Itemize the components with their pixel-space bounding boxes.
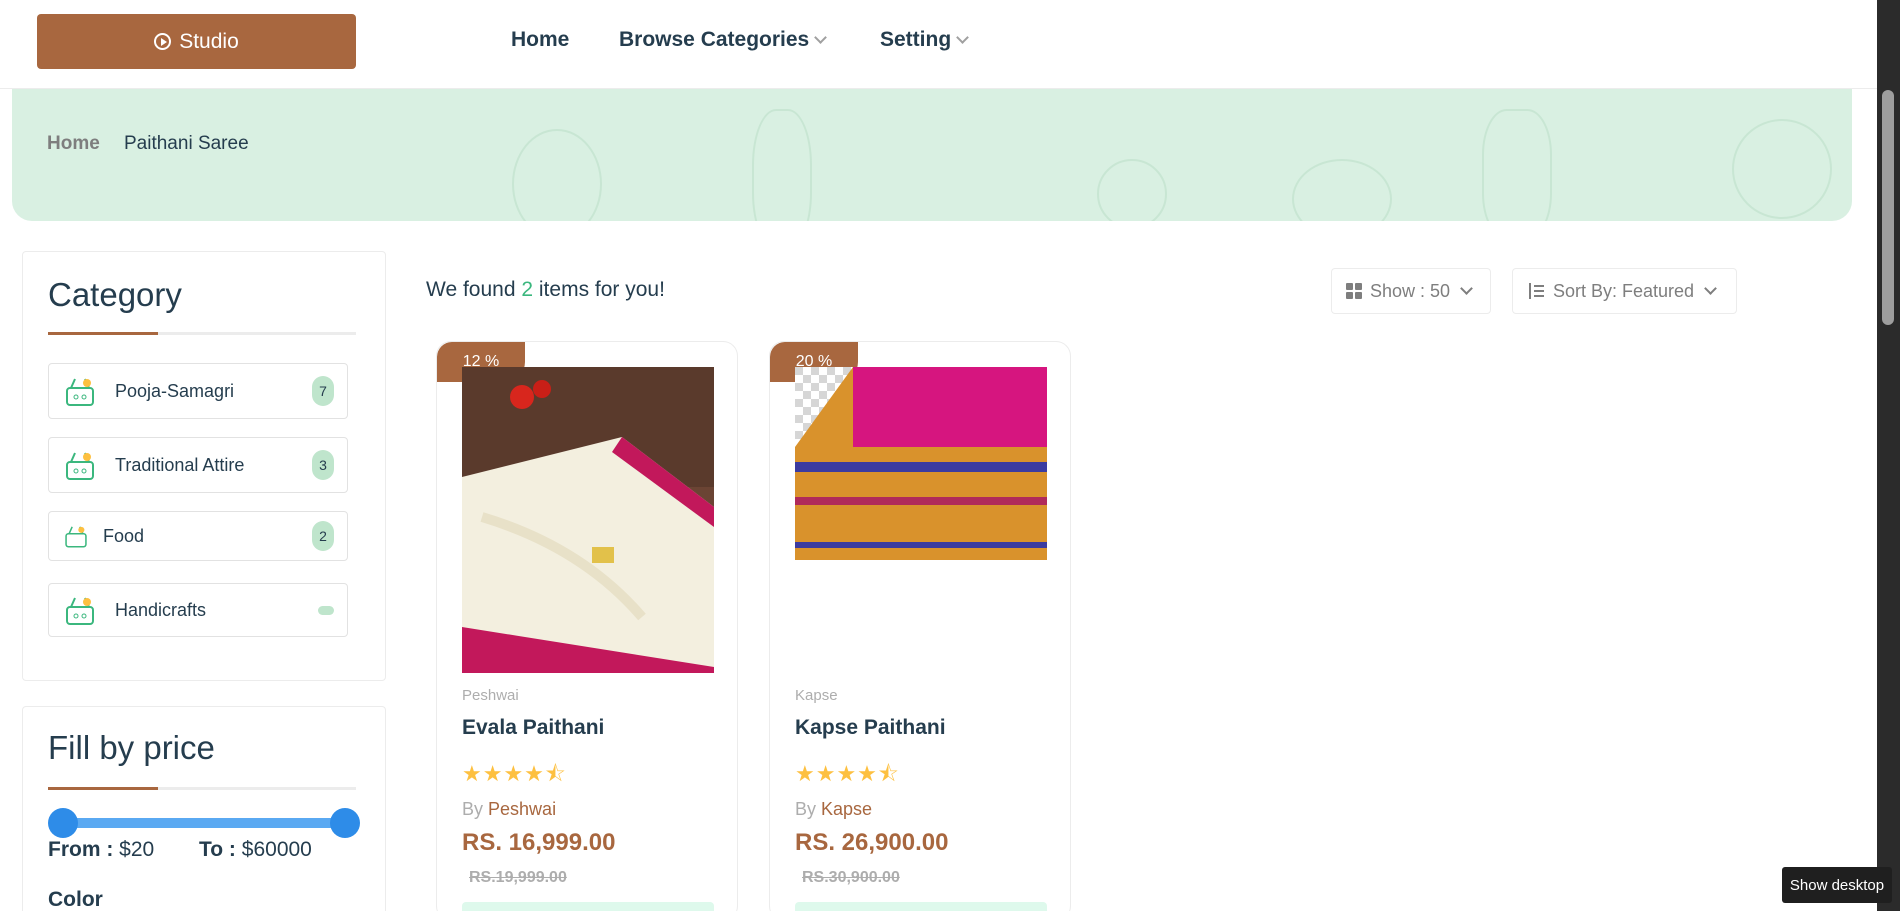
nav-browse-categories-label: Browse Categories bbox=[619, 28, 810, 51]
product-card[interactable]: 20 % Kapse Kapse Paithani ★★★★⯪ By Kapse… bbox=[769, 341, 1071, 911]
price-slider-max-handle[interactable] bbox=[330, 808, 360, 838]
rating-stars: ★★★★⯪ bbox=[462, 761, 567, 786]
results-count-text: We found 2 items for you! bbox=[426, 278, 665, 302]
nav-setting-label: Setting bbox=[880, 28, 952, 51]
product-card[interactable]: 12 % Peshwai Evala Paithani ★★★★⯪ By Pes… bbox=[436, 341, 738, 911]
category-card: Category Pooja-Samagri 7 Traditional Att… bbox=[22, 251, 386, 681]
vendor-link[interactable]: Peshwai bbox=[488, 799, 556, 819]
product-price: RS. 26,900.00 bbox=[795, 829, 949, 856]
chevron-down-icon bbox=[1704, 282, 1717, 295]
by-label: By bbox=[462, 799, 484, 819]
fruit-decoration-icon bbox=[1292, 159, 1392, 221]
logo-label: Studio bbox=[179, 29, 239, 53]
sort-icon bbox=[1527, 283, 1545, 299]
price-from: From : $20 bbox=[48, 838, 154, 862]
nav-browse-categories[interactable]: Browse Categories bbox=[619, 28, 828, 52]
leaf-decoration-icon bbox=[1732, 119, 1832, 219]
chevron-down-icon bbox=[1460, 282, 1473, 295]
category-count-badge: 7 bbox=[312, 376, 334, 406]
show-per-page-dropdown[interactable]: Show : 50 bbox=[1331, 268, 1491, 314]
product-image-kapse-paithani[interactable] bbox=[795, 367, 1047, 560]
category-count-badge: 2 bbox=[312, 521, 334, 551]
by-label: By bbox=[795, 799, 817, 819]
breadcrumb-current: Paithani Saree bbox=[124, 133, 249, 154]
sort-by-dropdown[interactable]: Sort By: Featured bbox=[1512, 268, 1737, 314]
add-to-cart-button[interactable] bbox=[795, 902, 1047, 911]
rating-stars: ★★★★⯪ bbox=[795, 761, 900, 786]
play-icon bbox=[154, 33, 172, 50]
product-brand: Peshwai bbox=[462, 687, 519, 704]
product-image-evala-paithani[interactable] bbox=[462, 367, 714, 673]
category-count-badge bbox=[318, 606, 334, 615]
nav-home-label: Home bbox=[511, 28, 570, 51]
price-to: To : $60000 bbox=[199, 838, 312, 862]
top-header: Studio Home Browse Categories Setting bbox=[0, 0, 1877, 89]
category-item-traditional-attire[interactable]: Traditional Attire 3 bbox=[48, 437, 348, 493]
found-suffix: items for you! bbox=[538, 278, 665, 301]
strawberry-decoration-icon bbox=[1097, 159, 1167, 221]
price-from-value: $20 bbox=[119, 838, 155, 861]
price-slider-min-handle[interactable] bbox=[48, 808, 78, 838]
price-slider-track[interactable] bbox=[49, 818, 349, 828]
category-item-pooja-samagri[interactable]: Pooja-Samagri 7 bbox=[48, 363, 348, 419]
chevron-down-icon bbox=[956, 30, 970, 44]
category-label: Pooja-Samagri bbox=[115, 380, 235, 401]
sort-label: Sort By: Featured bbox=[1553, 280, 1695, 301]
plant-decoration-icon bbox=[752, 109, 812, 221]
price-to-label: To : bbox=[199, 838, 236, 861]
basket-icon bbox=[63, 523, 89, 549]
leaf-decoration-icon bbox=[512, 129, 602, 221]
price-from-label: From : bbox=[48, 838, 114, 861]
found-count: 2 bbox=[521, 278, 534, 301]
product-old-price: RS.19,999.00 bbox=[469, 869, 567, 886]
basket-icon bbox=[63, 593, 97, 627]
category-item-handicrafts[interactable]: Handicrafts bbox=[48, 583, 348, 637]
title-divider bbox=[48, 787, 356, 790]
category-title: Category bbox=[48, 276, 182, 313]
show-desktop-tooltip: Show desktop bbox=[1782, 867, 1892, 903]
nav-setting[interactable]: Setting bbox=[880, 28, 970, 52]
found-prefix: We found bbox=[426, 278, 516, 301]
price-filter-card: Fill by price bbox=[22, 706, 386, 911]
add-to-cart-button[interactable] bbox=[462, 902, 714, 911]
title-divider bbox=[48, 332, 356, 335]
basket-icon bbox=[63, 448, 97, 482]
grid-icon bbox=[1346, 283, 1362, 299]
product-name[interactable]: Kapse Paithani bbox=[795, 716, 946, 740]
product-name[interactable]: Evala Paithani bbox=[462, 716, 604, 740]
product-old-price: RS.30,900.00 bbox=[802, 869, 900, 886]
studio-logo-button[interactable]: Studio bbox=[37, 14, 356, 69]
breadcrumb-banner bbox=[12, 89, 1852, 221]
scrollbar-thumb[interactable] bbox=[1882, 90, 1894, 325]
vendor-link[interactable]: Kapse bbox=[821, 799, 872, 819]
product-price: RS. 16,999.00 bbox=[462, 829, 616, 856]
broccoli-decoration-icon bbox=[1482, 109, 1552, 221]
category-item-food[interactable]: Food 2 bbox=[48, 511, 348, 561]
category-label: Traditional Attire bbox=[115, 454, 245, 475]
breadcrumb-home[interactable]: Home bbox=[47, 133, 100, 155]
color-filter-title: Color bbox=[48, 888, 103, 911]
product-vendor: By Kapse bbox=[795, 799, 872, 820]
nav-home[interactable]: Home bbox=[511, 28, 569, 52]
show-label: Show : 50 bbox=[1370, 280, 1451, 301]
product-vendor: By Peshwai bbox=[462, 799, 556, 820]
price-filter-title: Fill by price bbox=[48, 729, 215, 766]
product-brand: Kapse bbox=[795, 687, 838, 704]
basket-icon bbox=[63, 374, 97, 408]
price-to-value: $60000 bbox=[241, 838, 312, 861]
category-label: Food bbox=[103, 525, 145, 546]
page-scrollbar[interactable] bbox=[1877, 0, 1900, 911]
category-label: Handicrafts bbox=[115, 599, 207, 620]
category-count-badge: 3 bbox=[312, 450, 334, 480]
chevron-down-icon bbox=[814, 30, 828, 44]
